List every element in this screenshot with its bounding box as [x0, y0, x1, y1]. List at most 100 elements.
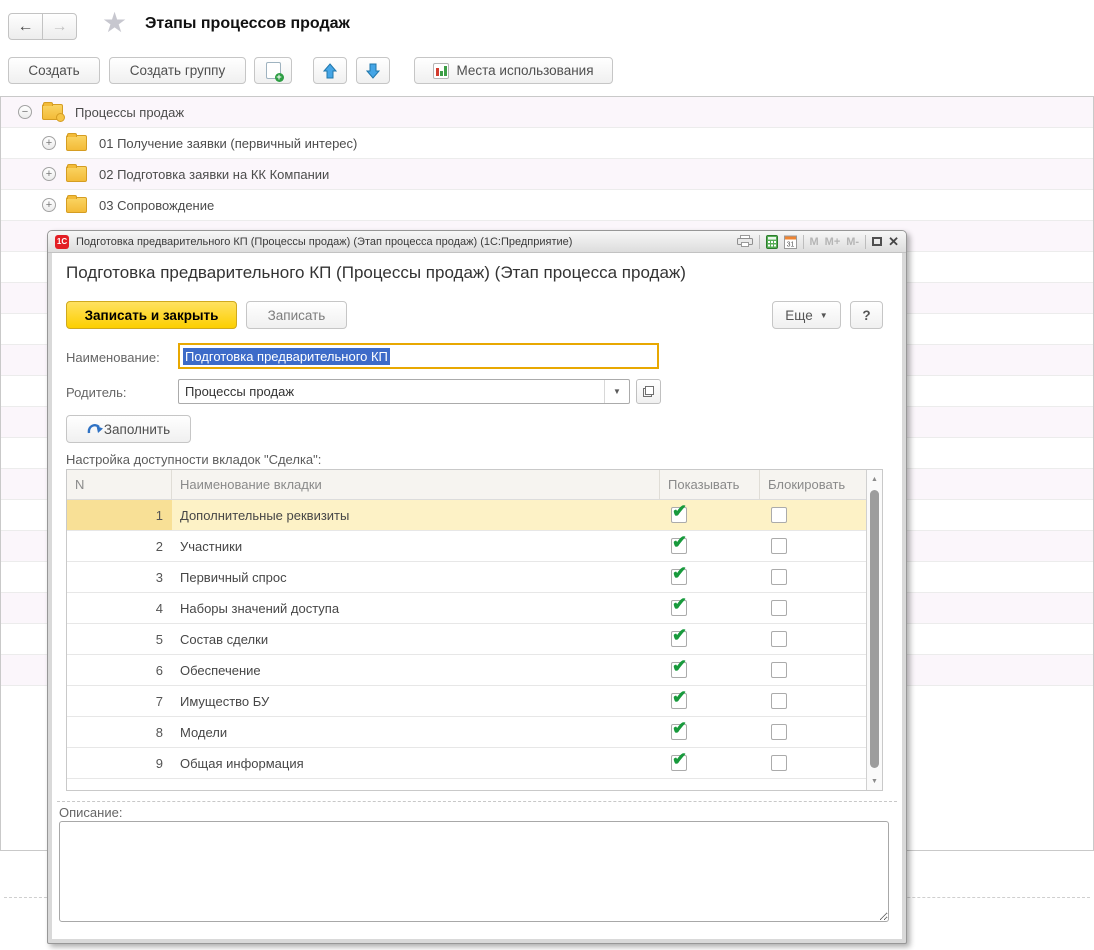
help-button[interactable]: ? [850, 301, 883, 329]
description-textarea[interactable] [59, 821, 889, 922]
tabs-settings-table: N Наименование вкладки Показывать Блокир… [66, 469, 883, 791]
combo-dropdown-button[interactable]: ▼ [604, 380, 629, 403]
titlebar-separator [865, 235, 866, 249]
tab-name-cell: Имущество БУ [172, 694, 660, 709]
expand-icon[interactable]: + [42, 136, 56, 150]
table-row[interactable]: 1Дополнительные реквизиты ✔ [67, 500, 868, 531]
show-checkbox[interactable]: ✔ [671, 662, 687, 678]
block-checkbox[interactable] [771, 631, 787, 647]
block-checkbox[interactable] [771, 507, 787, 523]
show-checkbox[interactable]: ✔ [671, 724, 687, 740]
favorite-star-icon[interactable]: ★ [102, 6, 127, 39]
table-row[interactable]: 6Обеспечение✔ [67, 655, 868, 686]
tree-item-label: 01 Получение заявки (первичный интерес) [99, 136, 357, 151]
arrow-down-icon [366, 63, 380, 79]
name-input[interactable]: Подготовка предварительного КП [178, 343, 659, 369]
bar-chart-icon [433, 63, 449, 79]
tab-name-cell: Участники [172, 539, 660, 554]
column-header-name[interactable]: Наименование вкладки [172, 470, 660, 499]
block-checkbox[interactable] [771, 538, 787, 554]
block-checkbox[interactable] [771, 569, 787, 585]
show-checkbox[interactable]: ✔ [671, 755, 687, 771]
show-checkbox[interactable]: ✔ [671, 693, 687, 709]
block-checkbox[interactable] [771, 755, 787, 771]
show-cell: ✔ [660, 507, 760, 523]
block-checkbox[interactable] [771, 693, 787, 709]
row-number-cell: 1 [67, 500, 172, 530]
table-row[interactable]: 9Общая информация✔ [67, 748, 868, 779]
dialog-titlebar[interactable]: 1С Подготовка предварительного КП (Проце… [48, 231, 906, 253]
create-new-item-button[interactable]: + [254, 57, 292, 84]
tree-row[interactable]: +02 Подготовка заявки на КК Компании [1, 159, 1093, 190]
block-checkbox[interactable] [771, 600, 787, 616]
tabs-table-caption: Настройка доступности вкладок "Сделка": [66, 452, 321, 467]
check-icon: ✔ [672, 749, 687, 770]
table-row[interactable]: 5Состав сделки✔ [67, 624, 868, 655]
chevron-down-icon: ▼ [613, 387, 621, 396]
calendar-icon[interactable]: 31 [784, 235, 797, 249]
page-title: Этапы процессов продаж [145, 15, 350, 33]
block-checkbox[interactable] [771, 662, 787, 678]
save-and-close-button[interactable]: Записать и закрыть [66, 301, 237, 329]
show-cell: ✔ [660, 631, 760, 647]
scroll-down-icon[interactable]: ▼ [867, 774, 882, 788]
expand-icon[interactable]: + [42, 167, 56, 181]
show-checkbox[interactable]: ✔ [671, 569, 687, 585]
memory-m-plus-button[interactable]: M+ [825, 236, 841, 248]
more-button[interactable]: Еще ▼ [772, 301, 841, 329]
block-cell [760, 569, 868, 585]
titlebar-separator [803, 235, 804, 249]
column-header-show[interactable]: Показывать [660, 470, 760, 499]
memory-m-minus-button[interactable]: M- [846, 236, 859, 248]
memory-m-button[interactable]: M [810, 236, 819, 248]
scroll-up-icon[interactable]: ▲ [867, 472, 882, 486]
tree-row[interactable]: +03 Сопровождение [1, 190, 1093, 221]
svg-text:31: 31 [786, 241, 794, 248]
show-checkbox[interactable]: ✔ [671, 631, 687, 647]
close-icon[interactable]: ✕ [888, 235, 899, 248]
block-cell [760, 724, 868, 740]
forward-button[interactable]: → [42, 13, 77, 40]
check-icon: ✔ [672, 563, 687, 584]
show-checkbox[interactable]: ✔ [671, 507, 687, 523]
tree-row[interactable]: −Процессы продаж [1, 97, 1093, 128]
parent-field-label: Родитель: [66, 385, 126, 400]
back-button[interactable]: ← [8, 13, 43, 40]
collapse-icon[interactable]: − [18, 105, 32, 119]
print-icon[interactable] [737, 235, 753, 248]
move-up-button[interactable] [313, 57, 347, 84]
check-icon: ✔ [672, 501, 687, 522]
parent-open-button[interactable] [636, 379, 661, 404]
vertical-scrollbar[interactable]: ▲ ▼ [866, 470, 882, 790]
tab-name-cell: Дополнительные реквизиты [172, 508, 660, 523]
column-header-n[interactable]: N [67, 470, 172, 499]
tree-row[interactable]: +01 Получение заявки (первичный интерес) [1, 128, 1093, 159]
parent-combo-input[interactable]: Процессы продаж ▼ [178, 379, 630, 404]
forward-icon: → [52, 18, 68, 36]
create-button[interactable]: Создать [8, 57, 100, 84]
maximize-icon[interactable] [872, 237, 882, 246]
table-row[interactable]: 8Модели✔ [67, 717, 868, 748]
table-row[interactable]: 2Участники ✔ [67, 531, 868, 562]
1c-logo-icon: 1С [55, 235, 69, 249]
table-row[interactable]: 4Наборы значений доступа✔ [67, 593, 868, 624]
fill-button[interactable]: Заполнить [66, 415, 191, 443]
calculator-icon[interactable] [766, 235, 778, 249]
table-row[interactable]: 7Имущество БУ✔ [67, 686, 868, 717]
scrollbar-thumb[interactable] [870, 490, 879, 768]
create-group-button[interactable]: Создать группу [109, 57, 246, 84]
table-row[interactable]: 3Первичный спрос✔ [67, 562, 868, 593]
back-icon: ← [18, 18, 34, 36]
show-checkbox[interactable]: ✔ [671, 600, 687, 616]
show-checkbox[interactable]: ✔ [671, 538, 687, 554]
row-number-cell: 2 [67, 531, 172, 561]
usage-places-button[interactable]: Места использования [414, 57, 613, 84]
name-field-label: Наименование: [66, 350, 160, 365]
block-checkbox[interactable] [771, 724, 787, 740]
tab-name-cell: Первичный спрос [172, 570, 660, 585]
move-down-button[interactable] [356, 57, 390, 84]
save-button[interactable]: Записать [246, 301, 347, 329]
open-list-icon [643, 386, 654, 397]
column-header-block[interactable]: Блокировать [760, 470, 868, 499]
expand-icon[interactable]: + [42, 198, 56, 212]
